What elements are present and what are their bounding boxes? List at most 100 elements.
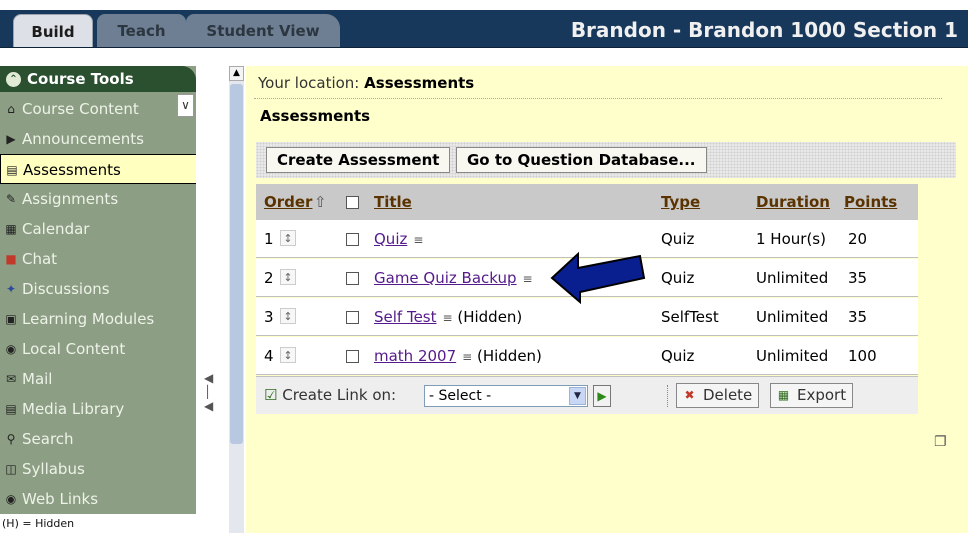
duration-value: Unlimited <box>756 269 829 287</box>
sidebar-item-assessments[interactable]: ▤ Assessments <box>0 154 197 184</box>
sidebar-item-announcements[interactable]: ▶ Announcements <box>0 124 196 154</box>
order-value: 1 <box>264 230 274 248</box>
breadcrumb: Your location: Assessments <box>258 74 474 92</box>
assessment-title-link[interactable]: Quiz <box>374 230 407 248</box>
sidebar-item-assignments[interactable]: ✎ Assignments <box>0 184 196 214</box>
duration-value: 1 Hour(s) <box>756 230 826 248</box>
sidebar-item-label: Discussions <box>22 280 110 298</box>
sidebar-item-course-content[interactable]: ⌂ Course Content <box>0 94 196 124</box>
sidebar-item-search[interactable]: ⚲ Search <box>0 424 196 454</box>
local-content-icon: ◉ <box>5 342 17 356</box>
sidebar-item-label: Announcements <box>22 130 144 148</box>
select-all-checkbox[interactable] <box>346 196 359 209</box>
action-menu-icon[interactable]: ≡ <box>462 350 472 364</box>
duration-column-header[interactable]: Duration <box>756 193 830 211</box>
duration-value: Unlimited <box>756 347 829 365</box>
sidebar-item-label: Learning Modules <box>22 310 155 328</box>
course-tools-header[interactable]: ⌃ Course Tools <box>0 66 196 92</box>
table-row: 4 ↕ math 2007 ≡ (Hidden) Quiz Unlimited 1… <box>256 337 918 375</box>
type-column-header[interactable]: Type <box>661 193 700 211</box>
select-value: - Select - <box>429 388 492 404</box>
create-link-area: ☑ Create Link on: <box>264 386 396 404</box>
sidebar-item-label: Chat <box>22 250 58 268</box>
table-header: Order ⇧ Title Type Duration Points <box>256 184 918 220</box>
hidden-flag: (Hidden) <box>476 347 542 365</box>
hidden-legend: (H) = Hidden <box>0 514 229 533</box>
row-checkbox[interactable] <box>346 272 359 285</box>
create-link-label: Create Link on: <box>282 386 397 404</box>
megaphone-icon: ▶ <box>6 132 16 146</box>
mail-icon: ✉ <box>5 372 17 386</box>
export-label: Export <box>797 386 847 404</box>
assessment-title-link[interactable]: Game Quiz Backup <box>374 269 517 287</box>
scrollbar-thumb[interactable] <box>230 84 243 444</box>
reorder-icon[interactable]: ↕ <box>280 269 296 285</box>
tab-build[interactable]: Build <box>13 14 93 47</box>
location-prefix: Your location: <box>258 74 360 92</box>
copy-icon[interactable]: ❐ <box>934 434 947 450</box>
course-tools-sidebar: ⌃ Course Tools ∨ ⌂ Course Content ▶ Anno… <box>0 66 229 533</box>
sort-icon[interactable]: ⇧ <box>314 193 327 211</box>
sidebar-item-label: Course Content <box>22 100 139 118</box>
assessment-title-link[interactable]: Self Test <box>374 308 437 326</box>
action-menu-icon[interactable]: ≡ <box>413 233 423 247</box>
sidebar-item-syllabus[interactable]: ◫ Syllabus <box>0 454 196 484</box>
assessment-icon: ▤ <box>6 163 18 177</box>
sidebar-item-learning-modules[interactable]: ▣ Learning Modules <box>0 304 196 334</box>
sidebar-item-label: Web Links <box>22 490 99 508</box>
action-menu-icon[interactable]: ≡ <box>443 311 453 325</box>
syllabus-icon: ◫ <box>5 462 17 476</box>
type-value: Quiz <box>661 269 695 287</box>
chat-icon: ■ <box>5 252 17 266</box>
points-column-header[interactable]: Points <box>844 193 897 211</box>
sidebar-item-label: Local Content <box>22 340 126 358</box>
row-checkbox[interactable] <box>346 311 359 324</box>
delete-button[interactable]: ✖ Delete <box>676 383 760 408</box>
sidebar-item-calendar[interactable]: ▦ Calendar <box>0 214 196 244</box>
course-tools-label: Course Tools <box>27 70 134 88</box>
order-column-header[interactable]: Order <box>264 193 312 211</box>
page-title: Assessments <box>260 107 371 125</box>
sidebar-item-label: Syllabus <box>22 460 85 478</box>
sidebar-item-web-links[interactable]: ◉ Web Links <box>0 484 196 514</box>
points-value: 35 <box>848 269 868 287</box>
course-title: Brandon - Brandon 1000 Section 1 <box>570 18 958 42</box>
go-button[interactable]: ▶ <box>593 385 611 407</box>
question-database-button[interactable]: Go to Question Database... <box>456 147 707 173</box>
sidebar-item-label: Mail <box>22 370 53 388</box>
row-checkbox[interactable] <box>346 233 359 246</box>
title-column-header[interactable]: Title <box>374 193 412 211</box>
order-value: 2 <box>264 269 274 287</box>
calendar-icon: ▦ <box>5 222 17 236</box>
sidebar-item-mail[interactable]: ✉ Mail <box>0 364 196 394</box>
sidebar-item-media-library[interactable]: ▤ Media Library <box>0 394 196 424</box>
sidebar-item-label: Assignments <box>22 190 119 208</box>
modules-icon: ▣ <box>5 312 17 326</box>
tab-student-view[interactable]: Student View <box>186 14 340 47</box>
points-value: 35 <box>848 308 868 326</box>
order-value: 4 <box>264 347 274 365</box>
reorder-icon[interactable]: ↕ <box>280 230 296 246</box>
table-footer: ☑ Create Link on: - Select - ▼ ▶ ✖ Delet… <box>256 376 918 414</box>
divider <box>254 98 942 99</box>
sidebar-item-local-content[interactable]: ◉ Local Content <box>0 334 196 364</box>
create-assessment-button[interactable]: Create Assessment <box>266 147 451 173</box>
assessment-title-link[interactable]: math 2007 <box>374 347 456 365</box>
tab-teach[interactable]: Teach <box>97 14 186 47</box>
row-checkbox[interactable] <box>346 350 359 363</box>
sidebar-item-chat[interactable]: ■ Chat <box>0 244 196 274</box>
create-link-select[interactable]: - Select - ▼ <box>424 385 588 407</box>
divider <box>667 385 668 407</box>
points-value: 20 <box>848 230 868 248</box>
scroll-up-icon[interactable]: ▲ <box>229 66 244 81</box>
create-link-icon: ☑ <box>264 386 278 404</box>
location-value: Assessments <box>364 74 475 92</box>
sidebar-item-discussions[interactable]: ✦ Discussions <box>0 274 196 304</box>
action-menu-icon[interactable]: ≡ <box>523 272 533 286</box>
chevron-down-icon[interactable]: ▼ <box>569 387 586 405</box>
reorder-icon[interactable]: ↕ <box>280 347 296 363</box>
top-bar: Build Teach Student View Brandon - Brand… <box>0 0 968 55</box>
export-button[interactable]: ▦ Export <box>770 383 854 408</box>
resize-handle-icon[interactable]: ◀ │ ◀ <box>204 371 213 413</box>
reorder-icon[interactable]: ↕ <box>280 308 296 324</box>
